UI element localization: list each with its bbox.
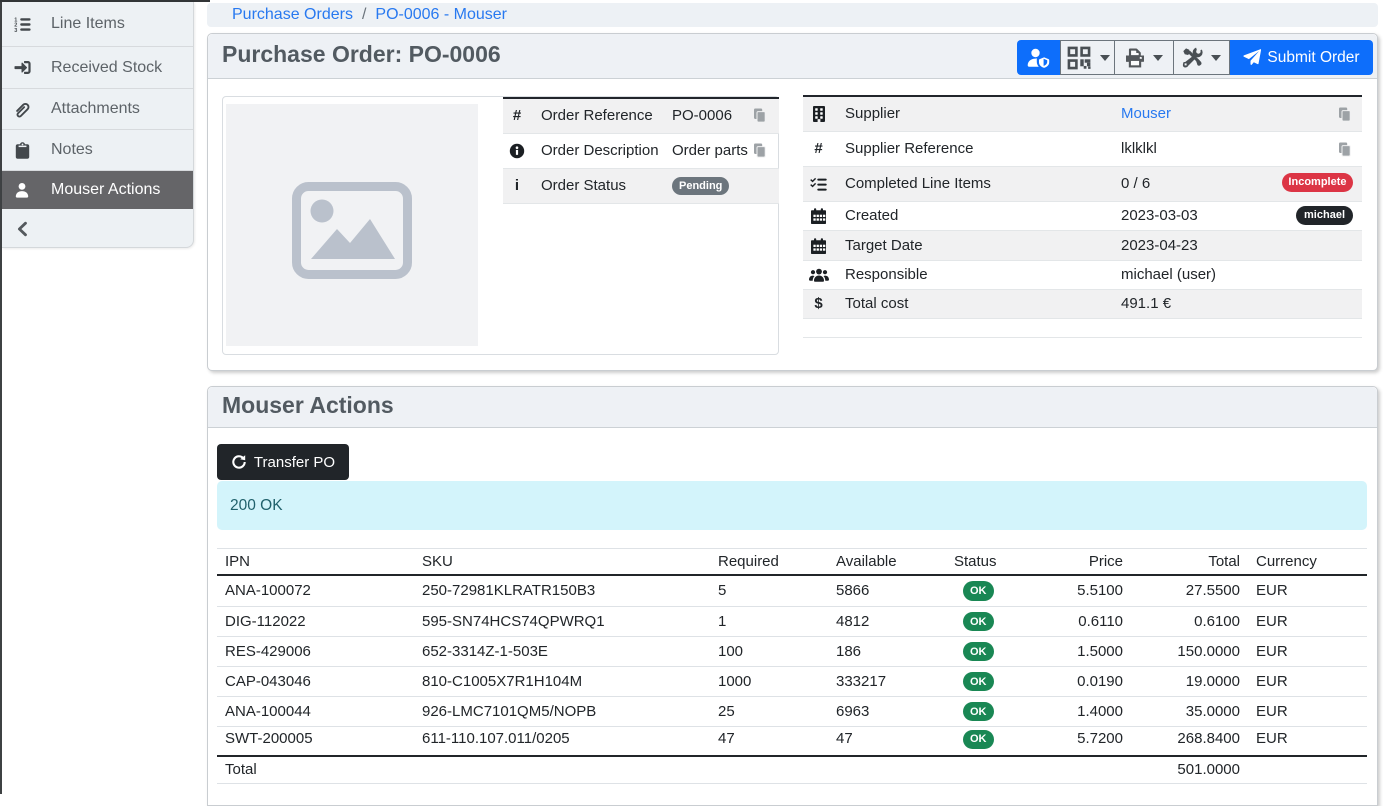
svg-text:3: 3 (14, 27, 17, 32)
